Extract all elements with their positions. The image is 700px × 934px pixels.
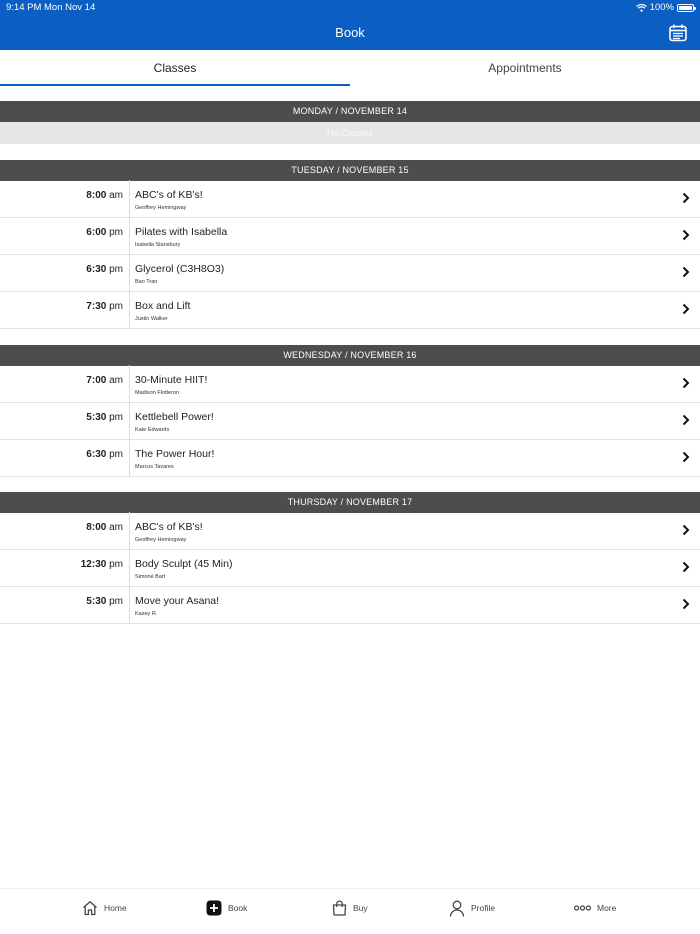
instructor-name: Justin Walker bbox=[135, 316, 168, 322]
class-name: Glycerol (C3H8O3) bbox=[135, 263, 225, 275]
tab-classes[interactable]: Classes bbox=[0, 50, 350, 86]
nav-home[interactable]: Home bbox=[82, 899, 127, 917]
shopping-bag-icon bbox=[332, 900, 347, 916]
battery-icon bbox=[677, 3, 696, 12]
chevron-right-icon bbox=[682, 192, 690, 204]
instructor-name: Kasey R. bbox=[135, 611, 158, 617]
class-row[interactable]: 6:00 pm Pilates with Isabella Isabella S… bbox=[0, 217, 700, 255]
chevron-right-icon bbox=[682, 266, 690, 278]
no-classes-label: No Classes bbox=[0, 122, 700, 144]
person-icon bbox=[449, 900, 465, 917]
instructor-name: Madison Flotteron bbox=[135, 390, 180, 396]
home-icon bbox=[83, 901, 97, 916]
tab-bar: Classes Appointments bbox=[0, 50, 700, 86]
day-header: THURSDAY / NOVEMBER 17 bbox=[0, 492, 700, 513]
chevron-right-icon bbox=[682, 414, 690, 426]
instructor-name: Geoffrey Hemingway bbox=[135, 537, 187, 543]
nav-more[interactable]: More bbox=[574, 899, 616, 917]
bottom-nav: Home Book Buy Profile More bbox=[0, 888, 700, 934]
battery-percent: 100% bbox=[649, 2, 674, 13]
class-row[interactable]: 7:30 pm Box and Lift Justin Walker bbox=[0, 291, 700, 329]
class-time: 7:00 am bbox=[86, 375, 123, 386]
class-name: Pilates with Isabella bbox=[135, 226, 228, 238]
class-name: ABC's of KB's! bbox=[135, 189, 203, 201]
chevron-right-icon bbox=[682, 229, 690, 241]
chevron-right-icon bbox=[682, 598, 690, 610]
class-name: Box and Lift bbox=[135, 300, 191, 312]
class-name: Body Sculpt (45 Min) bbox=[135, 558, 233, 570]
class-time: 8:00 am bbox=[86, 522, 123, 533]
day-header: MONDAY / NOVEMBER 14 bbox=[0, 101, 700, 122]
class-name: Kettlebell Power! bbox=[135, 411, 214, 423]
day-header: WEDNESDAY / NOVEMBER 16 bbox=[0, 345, 700, 366]
chevron-right-icon bbox=[682, 524, 690, 536]
class-time: 5:30 pm bbox=[86, 596, 123, 607]
class-time: 6:30 pm bbox=[86, 449, 123, 460]
chevron-right-icon bbox=[682, 303, 690, 315]
nav-book-label: Book bbox=[228, 903, 248, 913]
page-title: Book bbox=[335, 25, 365, 40]
calendar-icon[interactable] bbox=[668, 23, 688, 43]
class-name: Move your Asana! bbox=[135, 595, 220, 607]
class-row[interactable]: 6:30 pm The Power Hour! Marcus Tavares bbox=[0, 439, 700, 477]
class-name: The Power Hour! bbox=[135, 448, 215, 460]
nav-book[interactable]: Book bbox=[206, 899, 247, 917]
nav-more-label: More bbox=[597, 903, 617, 913]
class-name: ABC's of KB's! bbox=[135, 521, 203, 533]
instructor-name: Isabella Stansbury bbox=[135, 242, 181, 248]
class-row[interactable]: 5:30 pm Move your Asana! Kasey R. bbox=[0, 586, 700, 624]
ellipsis-icon bbox=[574, 905, 591, 911]
class-row[interactable]: 8:00 am ABC's of KB's! Geoffrey Hemingwa… bbox=[0, 180, 700, 218]
instructor-name: Kate Edwards bbox=[135, 427, 170, 433]
instructor-name: Bao Tran bbox=[135, 279, 158, 285]
status-indicators: 100% bbox=[635, 2, 696, 13]
instructor-name: Simoné Bart bbox=[135, 574, 166, 580]
class-time: 6:30 pm bbox=[86, 264, 123, 275]
class-time: 5:30 pm bbox=[86, 412, 123, 423]
status-time: 9:14 PM Mon Nov 14 bbox=[6, 2, 96, 13]
instructor-name: Geoffrey Hemingway bbox=[135, 205, 187, 211]
class-row[interactable]: 5:30 pm Kettlebell Power! Kate Edwards bbox=[0, 402, 700, 440]
nav-home-label: Home bbox=[104, 903, 127, 913]
wifi-icon bbox=[635, 3, 647, 12]
class-row[interactable]: 8:00 am ABC's of KB's! Geoffrey Hemingwa… bbox=[0, 512, 700, 550]
tab-appointments[interactable]: Appointments bbox=[350, 50, 700, 86]
app-header: 9:14 PM Mon Nov 14 100% Book bbox=[0, 0, 700, 50]
chevron-right-icon bbox=[682, 561, 690, 573]
nav-buy[interactable]: Buy bbox=[332, 899, 368, 917]
nav-profile[interactable]: Profile bbox=[449, 899, 495, 917]
class-name: 30-Minute HIIT! bbox=[135, 374, 208, 386]
class-time: 8:00 am bbox=[86, 190, 123, 201]
plus-square-icon bbox=[206, 900, 222, 916]
class-time: 6:00 pm bbox=[86, 227, 123, 238]
nav-profile-label: Profile bbox=[471, 903, 496, 913]
chevron-right-icon bbox=[682, 451, 690, 463]
class-row[interactable]: 6:30 pm Glycerol (C3H8O3) Bao Tran bbox=[0, 254, 700, 292]
chevron-right-icon bbox=[682, 377, 690, 389]
class-time: 7:30 pm bbox=[86, 301, 123, 312]
nav-buy-label: Buy bbox=[353, 903, 368, 913]
class-row[interactable]: 12:30 pm Body Sculpt (45 Min) Simoné Bar… bbox=[0, 549, 700, 587]
day-header: TUESDAY / NOVEMBER 15 bbox=[0, 160, 700, 181]
class-time: 12:30 pm bbox=[80, 559, 123, 570]
instructor-name: Marcus Tavares bbox=[135, 464, 174, 470]
class-row[interactable]: 7:00 am 30-Minute HIIT! Madison Flottero… bbox=[0, 365, 700, 403]
